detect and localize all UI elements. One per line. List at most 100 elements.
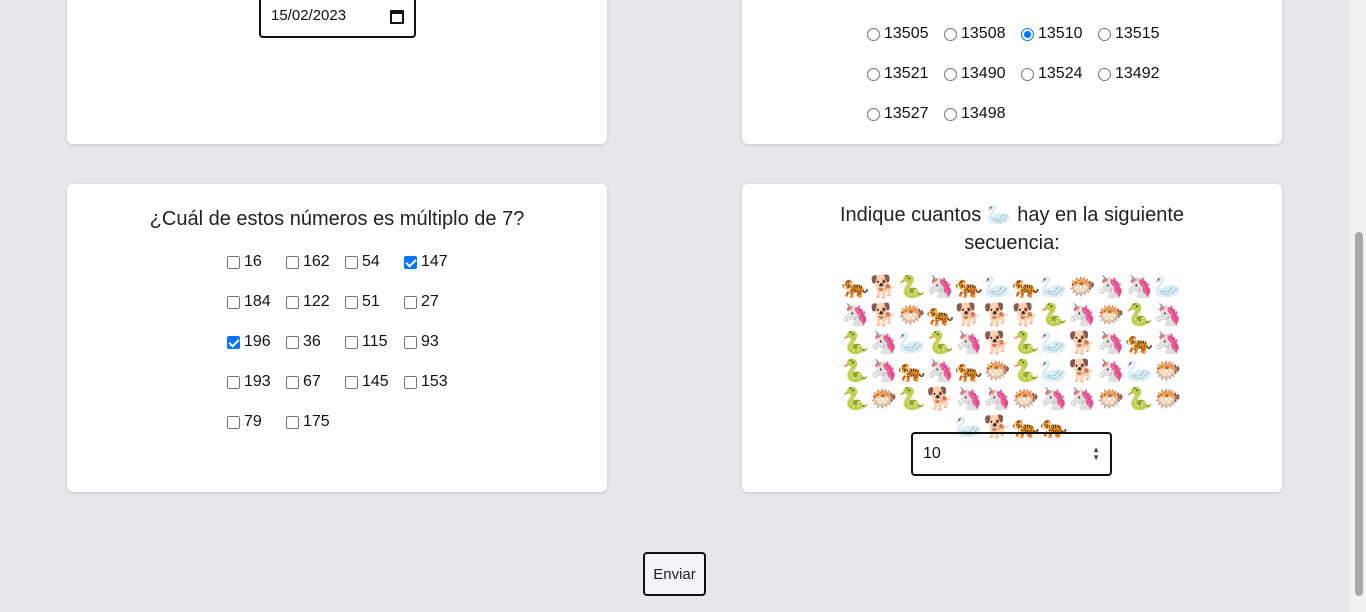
option-label: 193 <box>244 373 271 390</box>
radio-button[interactable] <box>1098 67 1111 81</box>
option-label: 153 <box>421 373 448 390</box>
radio-group: 13505 13508 13510 13515 13521 13490 13524 13492… <box>867 24 1160 124</box>
radio-button[interactable] <box>867 107 880 121</box>
question-text: Indique cuantos 🦢 hay en la siguiente se… <box>839 204 1185 254</box>
radio-option[interactable]: 13510 <box>1021 24 1083 44</box>
option-label: 13490 <box>961 65 1006 82</box>
count-card: Indique cuantos 🦢 hay en la siguiente se… <box>742 184 1282 492</box>
multiple-of-7-card: ¿Cuál de estos números es múltiplo de 7?… <box>67 184 607 492</box>
radio-button[interactable] <box>1098 27 1111 41</box>
count-input[interactable]: 10 ▲ ▼ <box>911 432 1112 476</box>
checkbox-option[interactable]: 193 <box>227 372 271 392</box>
option-label: 93 <box>421 333 439 350</box>
spin-down-icon[interactable]: ▼ <box>1092 454 1100 462</box>
checkbox-group: 16 162 54 147 184 122 51 27 196 36 115 93 193 67 145 15… <box>227 252 448 432</box>
checkbox-option[interactable]: 16 <box>227 252 270 272</box>
checkbox[interactable] <box>286 415 299 429</box>
radio-option[interactable]: 13492 <box>1098 64 1160 84</box>
checkbox-option[interactable]: 36 <box>286 332 329 352</box>
radio-button[interactable] <box>944 27 957 41</box>
option-label: 13505 <box>884 25 929 42</box>
option-label: 27 <box>421 293 439 310</box>
option-label: 51 <box>362 293 380 310</box>
option-label: 79 <box>244 413 262 430</box>
option-label: 196 <box>244 333 271 350</box>
option-label: 147 <box>421 253 448 270</box>
radio-button[interactable] <box>867 27 880 41</box>
date-value: 15/02/2023 <box>271 7 347 24</box>
checkbox-option[interactable]: 147 <box>404 252 448 272</box>
radio-button[interactable] <box>1021 27 1034 41</box>
checkbox-option[interactable]: 54 <box>345 252 388 272</box>
radio-button[interactable] <box>1021 67 1034 81</box>
checkbox-option[interactable]: 51 <box>345 292 388 312</box>
option-label: 175 <box>303 413 330 430</box>
option-label: 13515 <box>1115 25 1160 42</box>
checkbox[interactable] <box>286 375 299 389</box>
checkbox[interactable] <box>286 335 299 349</box>
checkbox[interactable] <box>404 295 417 309</box>
option-label: 184 <box>244 293 271 310</box>
option-label: 67 <box>303 373 321 390</box>
radio-button[interactable] <box>867 67 880 81</box>
spinner[interactable]: ▲ ▼ <box>1092 446 1100 462</box>
checkbox-option[interactable]: 122 <box>286 292 330 312</box>
checkbox-option[interactable]: 153 <box>404 372 448 392</box>
checkbox[interactable] <box>345 295 358 309</box>
radio-card: 13505 13508 13510 13515 13521 13490 13524 13492… <box>742 0 1282 144</box>
checkbox[interactable] <box>286 295 299 309</box>
option-label: 16 <box>244 253 262 270</box>
option-label: 13508 <box>961 25 1006 42</box>
checkbox[interactable] <box>404 375 417 389</box>
checkbox-option[interactable]: 93 <box>404 332 447 352</box>
radio-option[interactable]: 13515 <box>1098 24 1160 44</box>
checkbox[interactable] <box>227 415 240 429</box>
radio-option[interactable]: 13524 <box>1021 64 1083 84</box>
radio-option[interactable]: 13490 <box>944 64 1006 84</box>
checkbox[interactable] <box>286 255 299 269</box>
checkbox-option[interactable]: 175 <box>286 412 330 432</box>
option-label: 13524 <box>1038 65 1083 82</box>
checkbox-option[interactable]: 196 <box>227 332 271 352</box>
checkbox[interactable] <box>345 255 358 269</box>
option-label: 13510 <box>1038 25 1083 42</box>
checkbox[interactable] <box>345 375 358 389</box>
checkbox-option[interactable]: 27 <box>404 292 447 312</box>
option-label: 13527 <box>884 105 929 122</box>
question-text: ¿Cuál de estos números es múltiplo de 7? <box>149 208 525 230</box>
date-input[interactable]: 15/02/2023 <box>259 0 416 38</box>
checkbox[interactable] <box>227 255 240 269</box>
option-label: 36 <box>303 333 321 350</box>
checkbox[interactable] <box>227 295 240 309</box>
checkbox[interactable] <box>404 335 417 349</box>
option-label: 54 <box>362 253 380 270</box>
scrollbar-thumb[interactable] <box>1355 232 1363 596</box>
scrollbar[interactable] <box>1351 0 1366 612</box>
count-value: 10 <box>923 445 941 462</box>
radio-option[interactable]: 13521 <box>867 64 929 84</box>
radio-option[interactable]: 13505 <box>867 24 929 44</box>
radio-option[interactable]: 13527 <box>867 104 929 124</box>
checkbox-option[interactable]: 67 <box>286 372 329 392</box>
checkbox-option[interactable]: 115 <box>345 332 388 352</box>
emoji-sequence: 🐅🐕🐍🦄🐅🦢🐅🦢🐡🦄🦄🦢🦄🐕🐡🐅🐕🐕🐕🐍🦄🐡🐍🦄🐍🦄🦢🐍🦄🐕🐍🦢🐕🦄🐅🦄🐍🦄🐅🦄… <box>841 275 1183 440</box>
option-label: 13492 <box>1115 65 1160 82</box>
checkbox-option[interactable]: 184 <box>227 292 271 312</box>
option-label: 145 <box>362 373 389 390</box>
checkbox[interactable] <box>345 335 358 349</box>
checkbox[interactable] <box>227 375 240 389</box>
checkbox-option[interactable]: 79 <box>227 412 270 432</box>
checkbox[interactable] <box>227 335 240 349</box>
date-card: 15/02/2023 <box>67 0 607 144</box>
checkbox-option[interactable]: 162 <box>286 252 330 272</box>
submit-button[interactable]: Enviar <box>643 552 706 596</box>
calendar-icon[interactable] <box>390 10 404 24</box>
checkbox[interactable] <box>404 255 417 269</box>
radio-option[interactable]: 13498 <box>944 104 1006 124</box>
option-label: 162 <box>303 253 330 270</box>
radio-button[interactable] <box>944 107 957 121</box>
radio-option[interactable]: 13508 <box>944 24 1006 44</box>
radio-button[interactable] <box>944 67 957 81</box>
option-label: 13521 <box>884 65 929 82</box>
checkbox-option[interactable]: 145 <box>345 372 389 392</box>
